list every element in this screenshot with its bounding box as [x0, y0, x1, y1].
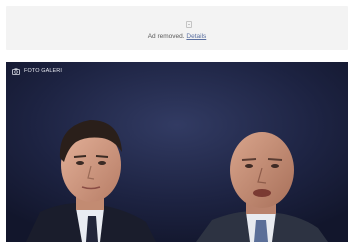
- ad-details-link[interactable]: Details: [186, 33, 206, 40]
- ad-placeholder-icon: [186, 21, 192, 28]
- gallery-label[interactable]: FOTO GALERI: [12, 66, 62, 76]
- two-men-portrait-photo: [6, 62, 348, 242]
- ad-removed-line: Ad removed. Details: [6, 33, 348, 40]
- ad-removed-notice: Ad removed. Details: [6, 6, 348, 50]
- photo-gallery[interactable]: FOTO GALERI: [6, 62, 348, 242]
- ad-removed-text: Ad removed.: [147, 33, 185, 40]
- camera-icon: [12, 67, 20, 75]
- gallery-label-text: FOTO GALERI: [24, 68, 62, 74]
- page: Ad removed. Details FOTO GALERI: [0, 0, 354, 242]
